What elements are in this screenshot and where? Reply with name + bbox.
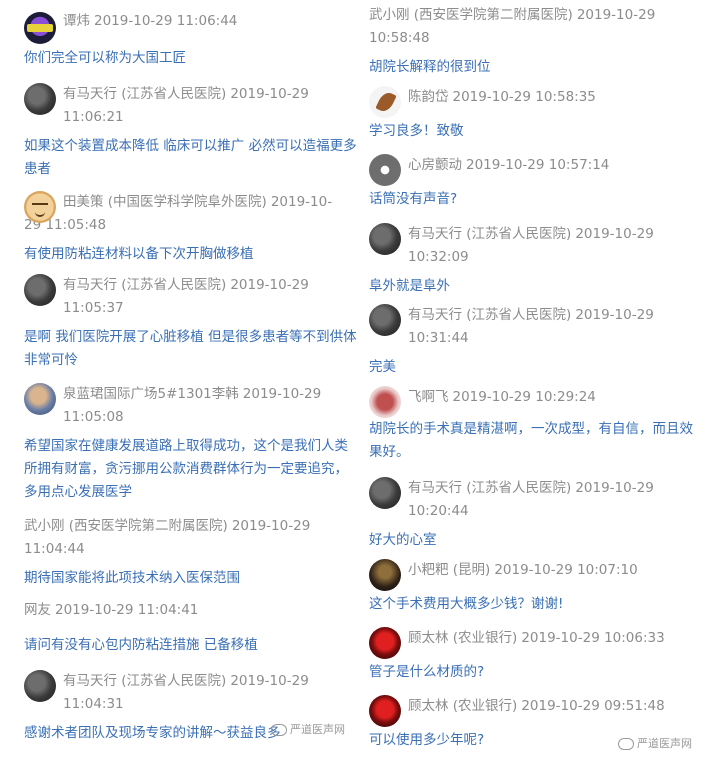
commenter-name: 顾太林 (农业银行) — [408, 630, 518, 646]
comment-time: 2019-10-29 — [576, 7, 656, 23]
comment-time: 2019-10-29 10:06:33 — [521, 630, 665, 646]
avatar[interactable] — [369, 304, 401, 336]
avatar[interactable] — [369, 627, 401, 659]
comment-time: 10:20:44 — [408, 503, 469, 519]
comment-item: 谭炜 2019-10-29 11:06:44 你们完全可以称为大国工匠 — [24, 10, 358, 70]
comment-time: 2019-10-29 10:07:10 — [494, 562, 638, 578]
comment-item: 有马天行 (江苏省人民医院) 2019-10-29 11:05:37 是啊 我们医… — [24, 274, 358, 372]
wechat-icon — [618, 738, 634, 750]
comment-time: 2019-10-29 09:51:48 — [521, 698, 665, 714]
comment-item: 武小刚 (西安医学院第二附属医院) 2019-10-29 10:58:48 胡院长… — [369, 4, 699, 79]
comment-text: 如果这个装置成本降低 临床可以推广 必然可以造福更多患者 — [24, 138, 357, 177]
comment-text: 是啊 我们医院开展了心脏移植 但是很多患者等不到供体 非常可怜 — [24, 329, 357, 368]
comment-item: 有马天行 (江苏省人民医院) 2019-10-29 10:20:44 好大的心室 — [369, 477, 699, 552]
avatar[interactable] — [24, 670, 56, 702]
comment-time: 2019-10-29 11:06:44 — [94, 13, 238, 29]
commenter-name: 小粑粑 (昆明) — [408, 562, 491, 578]
comment-text: 这个手术费用大概多少钱？谢谢! — [369, 596, 564, 612]
comment-text: 胡院长解释的很到位 — [369, 59, 491, 75]
comment-item: 心房颤动 2019-10-29 10:57:14 话筒没有声音? — [369, 154, 699, 211]
commenter-name: 顾太林 (农业银行) — [408, 698, 518, 714]
comment-time: 10:31:44 — [408, 330, 469, 346]
comment-item: 有马天行 (江苏省人民医院) 2019-10-29 10:32:09 阜外就是阜外 — [369, 223, 699, 298]
commenter-name: 有马天行 (江苏省人民医院) — [408, 480, 572, 496]
commenter-name: 有马天行 (江苏省人民医院) — [63, 277, 227, 293]
comment-time: 2019-10-29 10:58:35 — [452, 89, 596, 105]
comment-item: 陈韵岱 2019-10-29 10:58:35 学习良多！致敬 — [369, 86, 699, 143]
comment-item: 有马天行 (江苏省人民医院) 2019-10-29 10:31:44 完美 — [369, 304, 699, 379]
commenter-name: 陈韵岱 — [408, 89, 449, 105]
comment-text: 话筒没有声音? — [369, 191, 458, 207]
watermark: 严道医声网 — [271, 723, 345, 737]
comment-text: 希望国家在健康发展道路上取得成功，这个是我们人类所拥有财富，贪污挪用公款消费群体… — [24, 438, 348, 500]
comment-time: 2019-10-29 — [575, 480, 654, 496]
commenter-name: 有马天行 (江苏省人民医院) — [408, 226, 572, 242]
comment-text: 请问有没有心包内防粘连措施 已备移植 — [24, 637, 258, 653]
comment-time: 11:05:08 — [63, 409, 124, 425]
comment-item: 武小刚 (西安医学院第二附属医院) 2019-10-29 11:04:44 期待国… — [24, 515, 358, 590]
comment-time: 2019-10-29 — [242, 386, 322, 402]
comment-time: 2019-10-29 — [575, 307, 654, 323]
comment-time: 2019-10-29 — [230, 277, 309, 293]
comment-time: 2019-10-29 — [230, 86, 309, 102]
commenter-name: 谭炜 — [63, 13, 90, 29]
avatar[interactable] — [24, 383, 56, 415]
comment-time: 2019-10-29 10:57:14 — [466, 157, 610, 173]
comment-time: 2019-10-29 — [575, 226, 654, 242]
commenter-name: 武小刚 (西安医学院第二附属医院) — [369, 7, 573, 23]
avatar[interactable] — [24, 191, 56, 223]
comment-text: 完美 — [369, 359, 396, 375]
commenter-name: 田美策 (中国医学科学院阜外医院) — [63, 194, 267, 210]
comment-text: 管子是什么材质的? — [369, 664, 485, 680]
comment-item: 泉蓝珺国际广场5#1301李韩 2019-10-29 11:05:08 希望国家在… — [24, 383, 358, 504]
comment-time: 11:05:37 — [63, 300, 124, 316]
comment-item: 网友 2019-10-29 11:04:41 请问有没有心包内防粘连措施 已备移植 — [24, 599, 358, 657]
avatar[interactable] — [369, 695, 401, 727]
avatar[interactable] — [24, 83, 56, 115]
comment-time: 2019-10-29 — [230, 673, 309, 689]
comment-item: 有马天行 (江苏省人民医院) 2019-10-29 11:06:21 如果这个装置… — [24, 83, 358, 181]
commenter-name: 武小刚 (西安医学院第二附属医院) — [24, 518, 228, 534]
commenter-name: 泉蓝珺国际广场5#1301李韩 — [63, 386, 239, 402]
comment-time: 11:06:21 — [63, 109, 124, 125]
comment-text: 学习良多！致敬 — [369, 123, 464, 139]
avatar[interactable] — [369, 223, 401, 255]
avatar[interactable] — [369, 559, 401, 591]
comment-text: 期待国家能将此项技术纳入医保范围 — [24, 570, 240, 586]
comment-text: 你们完全可以称为大国工匠 — [24, 50, 186, 66]
comment-item: 顾太林 (农业银行) 2019-10-29 10:06:33 管子是什么材质的? — [369, 627, 699, 684]
comment-time: 2019-10-29 10:29:24 — [452, 389, 596, 405]
commenter-name: 有马天行 (江苏省人民医院) — [63, 673, 227, 689]
avatar[interactable] — [369, 154, 401, 186]
comment-item: 飞啊飞 2019-10-29 10:29:24 胡院长的手术真是精湛啊，一次成型，… — [369, 386, 699, 464]
commenter-name: 心房颤动 — [408, 157, 462, 173]
wechat-icon — [271, 724, 287, 736]
comment-time: 11:04:44 — [24, 541, 85, 557]
commenter-name: 网友 — [24, 602, 51, 618]
comment-time: 2019-10-29 — [231, 518, 311, 534]
avatar[interactable] — [369, 477, 401, 509]
comment-time: 10:32:09 — [408, 249, 469, 265]
comment-text: 好大的心室 — [369, 532, 437, 548]
avatar[interactable] — [369, 386, 401, 418]
comment-time: 11:04:31 — [63, 696, 124, 712]
commenter-name: 有马天行 (江苏省人民医院) — [408, 307, 572, 323]
comment-time: 2019-10-29 11:04:41 — [55, 602, 199, 618]
watermark: 严道医声网 — [618, 737, 692, 751]
comment-text: 有使用防粘连材料以备下次开胸做移植 — [24, 246, 254, 262]
avatar[interactable] — [369, 86, 401, 118]
commenter-name: 有马天行 (江苏省人民医院) — [63, 86, 227, 102]
comment-time: 2019-10- — [270, 194, 333, 210]
avatar[interactable] — [24, 274, 56, 306]
comment-time: 29 11:05:48 — [24, 217, 107, 233]
commenter-name: 飞啊飞 — [408, 389, 449, 405]
comment-item: 田美策 (中国医学科学院阜外医院) 2019-10- 29 11:05:48 有使… — [24, 191, 358, 266]
avatar[interactable] — [24, 12, 56, 44]
comment-text: 阜外就是阜外 — [369, 278, 450, 294]
comment-time: 10:58:48 — [369, 30, 430, 46]
comment-item: 小粑粑 (昆明) 2019-10-29 10:07:10 这个手术费用大概多少钱？… — [369, 559, 699, 616]
comment-text: 胡院长的手术真是精湛啊，一次成型，有自信，而且效果好。 — [369, 421, 693, 460]
